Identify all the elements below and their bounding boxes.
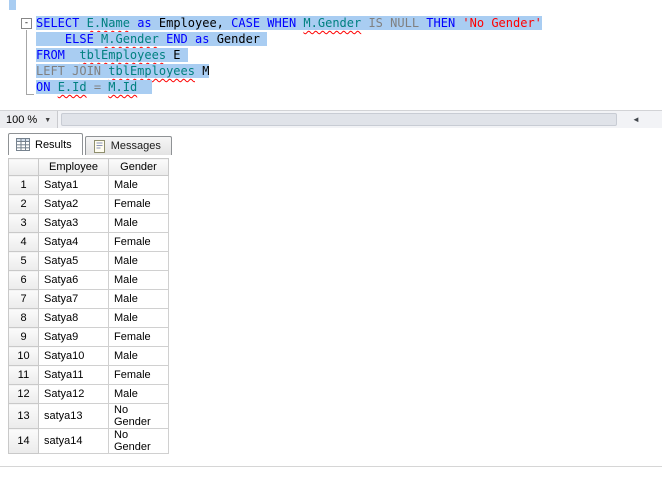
row-number[interactable]: 6 [8,270,39,290]
tab-results[interactable]: Results [8,133,83,155]
grid-cell[interactable]: Satya8 [38,308,109,328]
grid-cell[interactable]: No Gender [108,428,169,454]
table-row: 3 Satya3 Male [8,213,169,233]
collapse-region-toggle[interactable]: - [21,18,32,29]
row-number[interactable]: 2 [8,194,39,214]
grid-cell[interactable]: Satya10 [38,346,109,366]
code-line: ELSE M.Gender END as Gender [36,31,542,47]
grid-cell[interactable]: Male [108,270,169,290]
outline-connector-foot [26,94,34,95]
code-line: SELECT E.Name as Employee, CASE WHEN M.G… [36,16,542,30]
column-header-gender[interactable]: Gender [108,158,169,176]
row-number[interactable]: 5 [8,251,39,271]
row-number[interactable]: 8 [8,308,39,328]
header-row: Employee Gender [8,158,169,176]
row-number[interactable]: 9 [8,327,39,347]
table-row: 2 Satya2 Female [8,194,169,214]
grid-cell[interactable]: Male [108,175,169,195]
row-number[interactable]: 3 [8,213,39,233]
grid-cell[interactable]: Satya2 [38,194,109,214]
row-number[interactable]: 12 [8,384,39,404]
selection-remnant [9,0,16,10]
table-row: 9 Satya9 Female [8,327,169,347]
table-row: 8 Satya8 Male [8,308,169,328]
grid-cell[interactable]: Female [108,327,169,347]
row-number[interactable]: 10 [8,346,39,366]
tab-label: Messages [110,140,161,152]
chevron-down-icon: ▼ [44,116,52,124]
grid-cell[interactable]: Male [108,289,169,309]
results-grid-icon [16,138,30,151]
editor-status-row: 100 % ▼ ◄ [0,110,662,128]
zoom-value: 100 % [6,113,38,126]
results-messages-tabs: Results Messages [8,133,172,155]
code-line: LEFT JOIN tblEmployees M [36,64,210,78]
table-row: 5 Satya5 Male [8,251,169,271]
code-line: ON E.Id = M.Id [36,79,542,95]
grid-cell[interactable]: satya14 [38,428,109,454]
grid-cell[interactable]: Satya6 [38,270,109,290]
row-number[interactable]: 14 [8,428,39,454]
code-line: FROM tblEmployees E [36,47,542,63]
zoom-dropdown[interactable]: 100 % ▼ [0,111,58,128]
table-row: 13 satya13 No Gender [8,403,169,429]
grid-cell[interactable]: Satya12 [38,384,109,404]
grid-cell[interactable]: Satya7 [38,289,109,309]
row-number[interactable]: 7 [8,289,39,309]
grid-cell[interactable]: Satya3 [38,213,109,233]
grid-cell[interactable]: Satya4 [38,232,109,252]
grid-cell[interactable]: Female [108,194,169,214]
tab-messages[interactable]: Messages [84,136,172,155]
column-header-employee[interactable]: Employee [38,158,109,176]
grid-cell[interactable]: Satya5 [38,251,109,271]
grid-cell[interactable]: satya13 [38,403,109,429]
horizontal-scrollbar[interactable]: ◄ [58,111,662,128]
outline-connector-line [26,30,27,94]
table-row: 12 Satya12 Male [8,384,169,404]
table-row: 11 Satya11 Female [8,365,169,385]
grid-cell[interactable]: Female [108,232,169,252]
scroll-left-arrow-icon[interactable]: ◄ [627,111,645,128]
row-number[interactable]: 11 [8,365,39,385]
row-number[interactable]: 13 [8,403,39,429]
grid-cell[interactable]: Satya9 [38,327,109,347]
grid-cell[interactable]: Satya1 [38,175,109,195]
grid-cell[interactable]: Male [108,346,169,366]
table-row: 7 Satya7 Male [8,289,169,309]
corner-cell[interactable] [8,158,39,176]
grid-cell[interactable]: Male [108,384,169,404]
grid-cell[interactable]: No Gender [108,403,169,429]
row-number[interactable]: 1 [8,175,39,195]
grid-cell[interactable]: Satya11 [38,365,109,385]
grid-cell[interactable]: Male [108,251,169,271]
table-row: 4 Satya4 Female [8,232,169,252]
sql-editor[interactable]: - SELECT E.Name as Employee, CASE WHEN M… [0,0,662,110]
sql-code: SELECT E.Name as Employee, CASE WHEN M.G… [36,15,542,95]
grid-cell[interactable]: Male [108,308,169,328]
grid-cell[interactable]: Female [108,365,169,385]
table-row: 6 Satya6 Male [8,270,169,290]
tab-label: Results [35,138,72,151]
pane-divider [0,466,662,467]
table-row: 1 Satya1 Male [8,175,169,195]
results-table: Employee Gender 1 Satya1 Male 2 Satya2 Female 3 S… [8,158,169,454]
table-row: 10 Satya10 Male [8,346,169,366]
scrollbar-thumb[interactable] [61,113,617,126]
grid-cell[interactable]: Male [108,213,169,233]
results-pane: Employee Gender 1 Satya1 Male 2 Satya2 Female 3 S… [8,158,169,454]
table-row: 14 satya14 No Gender [8,428,169,454]
messages-icon [93,139,106,153]
row-number[interactable]: 4 [8,232,39,252]
